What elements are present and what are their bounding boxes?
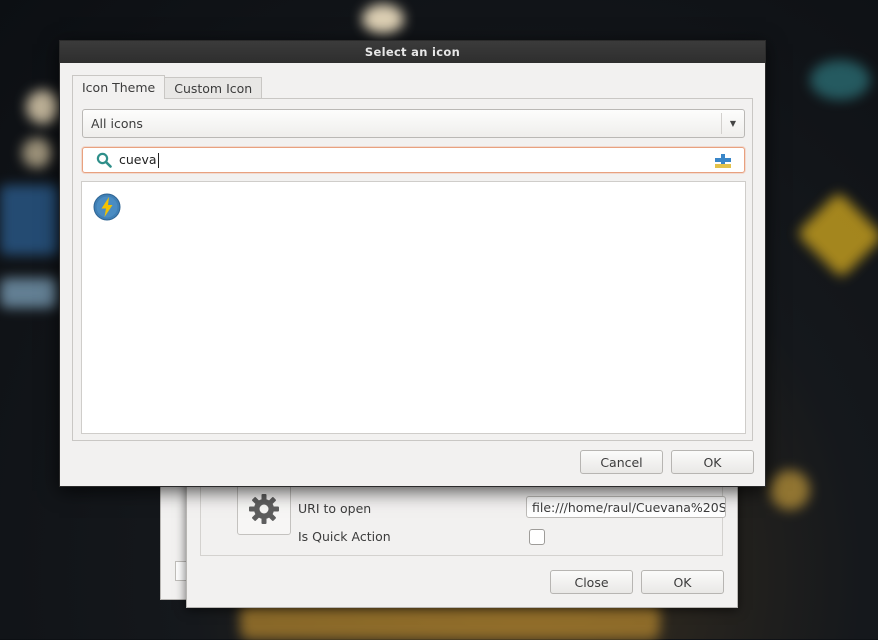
background-window: URI to open file:///home/raul/Cuevana%20… xyxy=(186,470,738,608)
search-text-wrap: cueva xyxy=(119,148,159,172)
uri-input[interactable]: file:///home/raul/Cuevana%20St xyxy=(526,496,726,518)
select-icon-dialog: Select an icon Icon Theme Custom Icon Al… xyxy=(59,40,766,487)
icon-category-value: All icons xyxy=(91,116,143,131)
action-icon-button[interactable] xyxy=(237,483,291,535)
dialog-title[interactable]: Select an icon xyxy=(60,41,765,63)
icon-results-grid xyxy=(81,181,746,434)
icon-category-select[interactable]: All icons ▼ xyxy=(82,109,745,138)
gear-icon xyxy=(249,494,279,524)
close-button[interactable]: Close xyxy=(550,570,633,594)
icon-theme-panel: All icons ▼ cueva xyxy=(72,98,753,441)
tab-bar: Icon Theme Custom Icon xyxy=(72,75,263,99)
lightning-bolt-icon[interactable] xyxy=(93,193,121,221)
quick-action-label: Is Quick Action xyxy=(298,529,391,544)
text-cursor xyxy=(157,153,159,168)
icon-search-field[interactable]: cueva xyxy=(82,147,745,173)
dropdown-arrow-icon: ▼ xyxy=(721,113,744,134)
cancel-button[interactable]: Cancel xyxy=(580,450,663,474)
uri-label: URI to open xyxy=(298,501,372,516)
clear-search-icon[interactable] xyxy=(714,153,732,169)
search-input-value: cueva xyxy=(119,152,157,167)
background-ok-button[interactable]: OK xyxy=(641,570,724,594)
quick-action-checkbox[interactable] xyxy=(529,529,545,545)
tab-icon-theme[interactable]: Icon Theme xyxy=(72,75,166,99)
ok-button[interactable]: OK xyxy=(671,450,754,474)
search-icon xyxy=(96,152,112,168)
tab-custom-icon[interactable]: Custom Icon xyxy=(164,77,263,99)
